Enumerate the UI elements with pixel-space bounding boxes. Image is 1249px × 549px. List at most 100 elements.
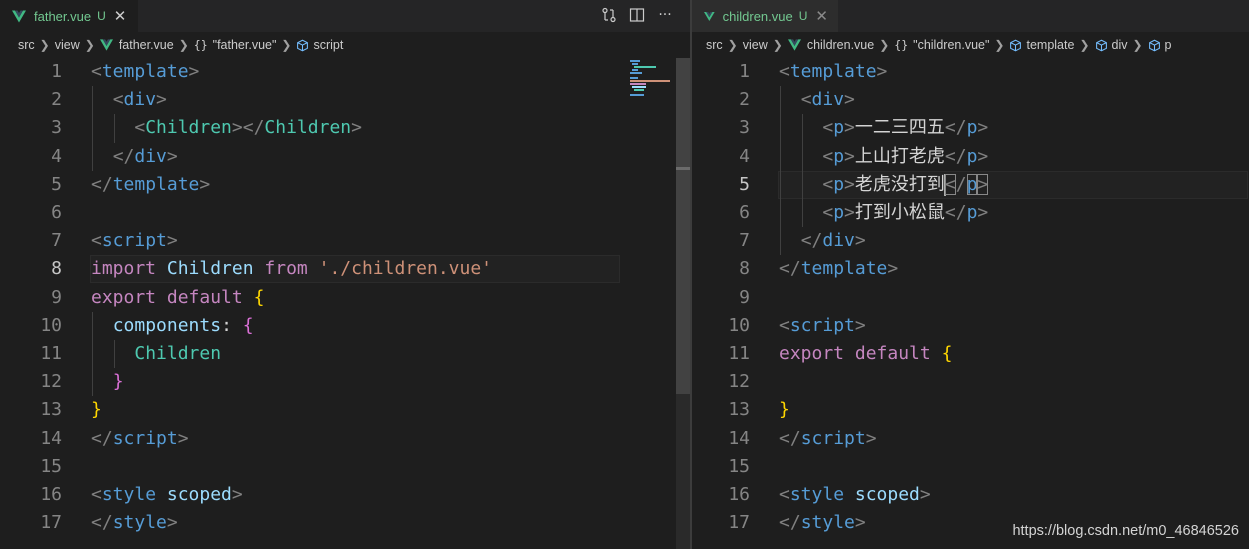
code-line[interactable]: 6 <p>打到小松鼠</p> xyxy=(692,199,1249,227)
breadcrumb-folder-src[interactable]: src xyxy=(18,38,35,52)
code-line[interactable]: 14 </script> xyxy=(692,425,1249,453)
code-line[interactable]: 12 xyxy=(692,368,1249,396)
code-line[interactable]: 10 components: { xyxy=(0,312,690,340)
scrollbar-thumb[interactable] xyxy=(676,58,690,394)
code-token: > xyxy=(919,484,931,505)
line-number: 15 xyxy=(728,455,750,477)
code-line[interactable]: 15 xyxy=(0,453,690,481)
code-token: components xyxy=(112,314,222,336)
breadcrumb-symbol-label: div xyxy=(1111,38,1128,52)
code-token: p xyxy=(833,202,845,223)
code-line[interactable]: 13} xyxy=(0,396,690,424)
code-line[interactable]: 9 xyxy=(692,284,1249,312)
code-line[interactable]: 10 <script> xyxy=(692,312,1249,340)
close-icon[interactable]: ✕ xyxy=(114,8,127,24)
braces-icon: {} xyxy=(193,38,208,52)
code-line[interactable]: 5 </template> xyxy=(0,171,690,199)
breadcrumb-component[interactable]: {} "children.vue" xyxy=(894,38,989,52)
breadcrumb-file[interactable]: father.vue xyxy=(99,38,174,52)
code-line[interactable]: 17 </style> xyxy=(0,509,690,537)
breadcrumb-symbol-div[interactable]: div xyxy=(1095,38,1128,52)
code-line[interactable]: 3 <Children></Children> xyxy=(0,114,690,142)
code-token: style xyxy=(789,484,845,505)
code-line[interactable]: 13} xyxy=(692,396,1249,424)
line-number: 9 xyxy=(51,286,62,308)
breadcrumb-folder-view[interactable]: view xyxy=(743,38,768,52)
code-token: scoped xyxy=(166,484,232,505)
breadcrumb-folder-view[interactable]: view xyxy=(55,38,80,52)
code-line[interactable]: 7 </div> xyxy=(692,227,1249,255)
code-line[interactable]: 8 import Children from './children.vue' xyxy=(0,255,690,283)
code-editor[interactable]: 1 <template> 2 <div> 3 <Children></Children… xyxy=(0,58,690,549)
line-number: 17 xyxy=(40,512,62,534)
code-text: <template> xyxy=(779,58,887,86)
code-token: style xyxy=(101,484,157,505)
code-text: export default { xyxy=(779,340,952,368)
code-token: / xyxy=(955,173,967,195)
code-line[interactable]: 8 </template> xyxy=(692,255,1249,283)
breadcrumb-symbol-label: p xyxy=(1164,38,1172,52)
code-line[interactable]: 15 xyxy=(692,453,1249,481)
code-token: 老虎没打到 xyxy=(854,173,945,195)
code-editor[interactable]: 1 <template> 2 <div> 3 <p>一二三四五</p> 4 <p>上山打… xyxy=(692,58,1249,549)
code-line[interactable]: 4 <p>上山打老虎</p> xyxy=(692,143,1249,171)
editor-actions: ··· xyxy=(600,5,674,25)
breadcrumb-file[interactable]: children.vue xyxy=(787,38,875,52)
code-line[interactable]: 1 <template> xyxy=(0,58,690,86)
code-line[interactable]: 2 <div> xyxy=(692,86,1249,114)
code-token: template xyxy=(101,61,189,82)
code-line[interactable]: 2 <div> xyxy=(0,86,690,114)
breadcrumb-folder-src[interactable]: src xyxy=(706,38,723,52)
breadcrumb-symbol-template[interactable]: template xyxy=(1009,38,1074,52)
line-number: 14 xyxy=(40,427,62,449)
code-token: </ xyxy=(112,145,135,167)
code-line[interactable]: 7 <script> xyxy=(0,227,690,255)
code-line[interactable]: 1 <template> xyxy=(692,58,1249,86)
breadcrumb-file-label: children.vue xyxy=(806,38,875,52)
breadcrumb-component[interactable]: {} "father.vue" xyxy=(194,38,277,52)
code-line[interactable]: 3 <p>一二三四五</p> xyxy=(692,114,1249,142)
open-changes-icon[interactable] xyxy=(600,5,618,25)
line-number: 13 xyxy=(728,399,750,421)
code-line[interactable]: 4 </div> xyxy=(0,143,690,171)
code-token: < xyxy=(112,89,124,111)
code-token: > xyxy=(977,145,989,167)
code-line[interactable]: 5 <p>老虎没打到</p> xyxy=(692,171,1249,199)
code-line[interactable]: 12 } xyxy=(0,368,690,396)
code-token: Children xyxy=(134,343,222,364)
code-token: </ xyxy=(91,512,113,534)
vue-file-icon xyxy=(12,10,26,22)
code-token: < xyxy=(822,202,834,223)
code-line[interactable]: 16 <style scoped> xyxy=(0,481,690,509)
code-text: <p>上山打老虎</p> xyxy=(779,143,988,171)
close-icon[interactable]: ✕ xyxy=(815,8,828,24)
more-actions-icon[interactable]: ··· xyxy=(656,5,674,25)
tab-children-vue[interactable]: children.vue U ✕ xyxy=(692,0,838,32)
code-line[interactable]: 16 <style scoped> xyxy=(692,481,1249,509)
line-number: 3 xyxy=(51,117,62,139)
code-line[interactable]: 11 export default { xyxy=(692,340,1249,368)
code-token: 上山打老虎 xyxy=(854,145,945,167)
split-editor-icon[interactable] xyxy=(628,5,646,25)
code-line[interactable]: 14 </script> xyxy=(0,425,690,453)
line-number: 15 xyxy=(40,455,62,477)
code-line[interactable]: 9 export default { xyxy=(0,284,690,312)
tab-label: father.vue xyxy=(34,8,92,24)
breadcrumb-symbol-p[interactable]: p xyxy=(1148,38,1172,52)
tab-bar: father.vue U ✕ ··· xyxy=(0,0,690,32)
tab-father-vue[interactable]: father.vue U ✕ xyxy=(0,0,138,32)
code-line[interactable]: 11 Children xyxy=(0,340,690,368)
code-token: export xyxy=(91,286,157,308)
code-text: <p>一二三四五</p> xyxy=(779,114,988,142)
line-number: 16 xyxy=(40,484,62,505)
minimap[interactable] xyxy=(628,58,678,98)
code-line[interactable]: 6 xyxy=(0,199,690,227)
cube-icon xyxy=(1010,39,1022,51)
code-token: < xyxy=(822,173,834,195)
breadcrumb-symbol-script[interactable]: script xyxy=(296,38,343,52)
untracked-badge: U xyxy=(97,9,106,23)
code-token: from xyxy=(264,258,308,280)
code-token: default xyxy=(166,286,243,308)
